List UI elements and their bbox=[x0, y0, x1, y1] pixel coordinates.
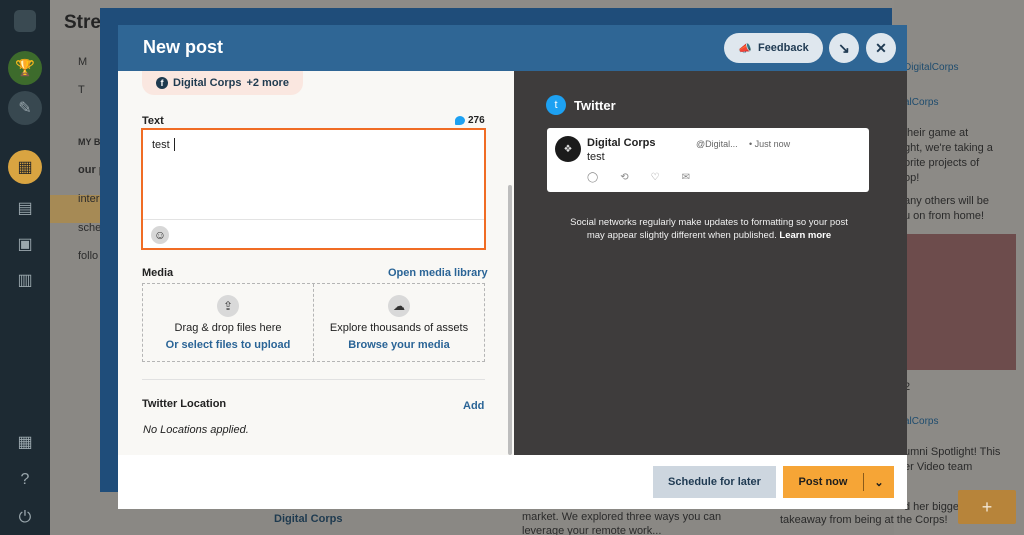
preview-disclaimer: Social networks regularly make updates t… bbox=[544, 216, 874, 242]
close-icon: ✕ bbox=[875, 39, 887, 56]
preview-pane: t Twitter ❖ Digital Corps @Digital... • … bbox=[514, 71, 907, 455]
tweet-preview-card: ❖ Digital Corps @Digital... • Just now t… bbox=[547, 128, 869, 192]
upload-icon: ⇪ bbox=[217, 295, 239, 317]
megaphone-icon: 📣 bbox=[738, 42, 752, 55]
divider bbox=[143, 219, 484, 220]
assignments-icon[interactable]: ▣ bbox=[8, 232, 42, 256]
twitter-icon: t bbox=[546, 95, 566, 115]
text-caret bbox=[174, 138, 175, 151]
reply-icon: ◯ bbox=[587, 172, 599, 183]
emoji-picker-icon[interactable]: ☺ bbox=[151, 226, 169, 244]
post-text: any others will be bbox=[904, 195, 989, 207]
facebook-icon: f bbox=[156, 77, 168, 89]
analytics-icon[interactable]: ▥ bbox=[8, 268, 42, 292]
streams-icon[interactable]: ▦ bbox=[8, 150, 42, 184]
upload-instructions: Drag & drop files here bbox=[174, 322, 282, 334]
modal-footer: Schedule for later Post now ⌄ bbox=[118, 455, 907, 509]
feedback-button[interactable]: 📣 Feedback bbox=[724, 33, 823, 63]
upload-zone[interactable]: ⇪ Drag & drop files here Or select files… bbox=[143, 284, 313, 361]
disclaimer-line-1: Social networks regularly make updates t… bbox=[570, 217, 848, 228]
schedule-for-later-button[interactable]: Schedule for later bbox=[653, 466, 776, 498]
modal-header: New post 📣 Feedback ↘ ✕ bbox=[118, 25, 907, 71]
chevron-down-icon[interactable]: ⌄ bbox=[864, 466, 894, 498]
tweet-account-name: Digital Corps bbox=[587, 137, 656, 149]
no-locations-text: No Locations applied. bbox=[143, 424, 249, 436]
post-text-value[interactable]: test bbox=[152, 139, 170, 151]
cloud-upload-icon: ☁ bbox=[388, 295, 410, 317]
explore-assets-text: Explore thousands of assets bbox=[329, 322, 469, 334]
help-icon[interactable]: ? bbox=[8, 468, 42, 492]
like-icon: ♡ bbox=[650, 172, 660, 183]
open-media-library-link[interactable]: Open media library bbox=[388, 267, 488, 279]
learn-more-link[interactable]: Learn more bbox=[779, 230, 831, 241]
post-author-link[interactable]: alCorps bbox=[904, 416, 938, 427]
post-text: d her bigge bbox=[904, 501, 960, 513]
feedback-label: Feedback bbox=[757, 42, 809, 54]
minimize-button[interactable]: ↘ bbox=[829, 33, 859, 63]
select-files-link[interactable]: Or select files to upload bbox=[143, 339, 313, 351]
post-text: er Video team bbox=[904, 461, 973, 473]
account-name[interactable]: DigitalCorps bbox=[904, 62, 958, 73]
character-counter: 276 bbox=[455, 115, 485, 126]
message-icon: ✉ bbox=[681, 172, 690, 183]
tweet-handle: @Digital... bbox=[696, 139, 738, 149]
tweet-text: test bbox=[587, 151, 605, 163]
post-text: u on from home! bbox=[904, 210, 985, 222]
browse-media-link[interactable]: Browse your media bbox=[314, 339, 484, 351]
profile-selector[interactable]: f Digital Corps +2 more bbox=[142, 71, 303, 95]
sidebar-item[interactable]: follo bbox=[78, 250, 98, 262]
explore-zone[interactable]: ☁ Explore thousands of assets Browse you… bbox=[314, 284, 484, 361]
media-dropzone: ⇪ Drag & drop files here Or select files… bbox=[142, 283, 485, 362]
add-location-link[interactable]: Add bbox=[463, 400, 484, 412]
retweet-icon: ⟲ bbox=[620, 172, 629, 183]
post-text: umni Spotlight! This bbox=[904, 446, 1001, 458]
post-text: market. We explored three ways you can bbox=[522, 511, 722, 523]
preview-network-header: t Twitter bbox=[546, 95, 616, 115]
sidebar-item[interactable]: sche bbox=[78, 222, 101, 234]
post-author-link[interactable]: alCorps bbox=[904, 97, 938, 108]
post-text: leverage your remote work... bbox=[522, 525, 662, 535]
post-image bbox=[904, 234, 1016, 370]
arrow-down-right-icon: ↘ bbox=[838, 39, 850, 56]
post-author: Digital Corps bbox=[274, 513, 343, 525]
post-text: their game at bbox=[904, 127, 969, 139]
post-text: ght, we're taking a bbox=[904, 142, 993, 154]
disclaimer-line-2: may appear slightly different when publi… bbox=[586, 230, 777, 241]
power-icon[interactable]: ⏻ bbox=[8, 506, 42, 530]
tweet-timestamp: • Just now bbox=[749, 139, 791, 149]
twitter-location-label: Twitter Location bbox=[142, 398, 227, 410]
dashboard-title: Stre bbox=[64, 12, 101, 33]
calendar-icon[interactable]: ▤ bbox=[8, 196, 42, 220]
post-text: orite projects of bbox=[904, 157, 980, 169]
sidebar-item[interactable]: inter bbox=[78, 193, 99, 205]
tweet-actions: ◯ ⟲ ♡ ✉ bbox=[587, 172, 690, 183]
close-button[interactable]: ✕ bbox=[866, 33, 896, 63]
profile-more: +2 more bbox=[246, 77, 289, 89]
post-now-label[interactable]: Post now bbox=[783, 466, 863, 498]
trophy-icon[interactable]: 🏆 bbox=[8, 51, 42, 85]
preview-network-name: Twitter bbox=[574, 97, 616, 113]
twitter-bird-icon bbox=[455, 116, 465, 125]
post-text: takeaway from being at the Corps! bbox=[780, 514, 948, 526]
add-stream-button[interactable]: + bbox=[958, 490, 1016, 524]
post-now-button[interactable]: Post now ⌄ bbox=[783, 466, 894, 498]
new-post-modal: New post 📣 Feedback ↘ ✕ f Digital Corps … bbox=[118, 25, 907, 509]
apps-icon[interactable]: ▦ bbox=[8, 430, 42, 454]
owl-logo-icon[interactable] bbox=[14, 10, 36, 32]
media-label: Media bbox=[142, 267, 174, 279]
profile-name: Digital Corps bbox=[173, 77, 242, 89]
character-count: 276 bbox=[468, 115, 485, 126]
post-text-input[interactable]: test ☺ bbox=[141, 128, 486, 250]
compose-icon[interactable]: ✎ bbox=[8, 91, 42, 125]
stream-column-bottom: Digital Corps market. We explored three … bbox=[264, 508, 770, 535]
composer-pane: f Digital Corps +2 more Text 276 test ☺ … bbox=[118, 71, 514, 455]
sidebar-item[interactable]: T bbox=[78, 84, 85, 96]
text-label: Text bbox=[142, 115, 164, 127]
nav-rail: 🏆 ✎ ▦ ▤ ▣ ▥ ▦ ? ⏻ bbox=[0, 0, 50, 535]
composer-scrollbar[interactable] bbox=[508, 185, 512, 455]
avatar: ❖ bbox=[555, 136, 581, 162]
divider bbox=[142, 379, 485, 380]
sidebar-item[interactable]: M bbox=[78, 56, 87, 68]
modal-title: New post bbox=[143, 37, 224, 57]
